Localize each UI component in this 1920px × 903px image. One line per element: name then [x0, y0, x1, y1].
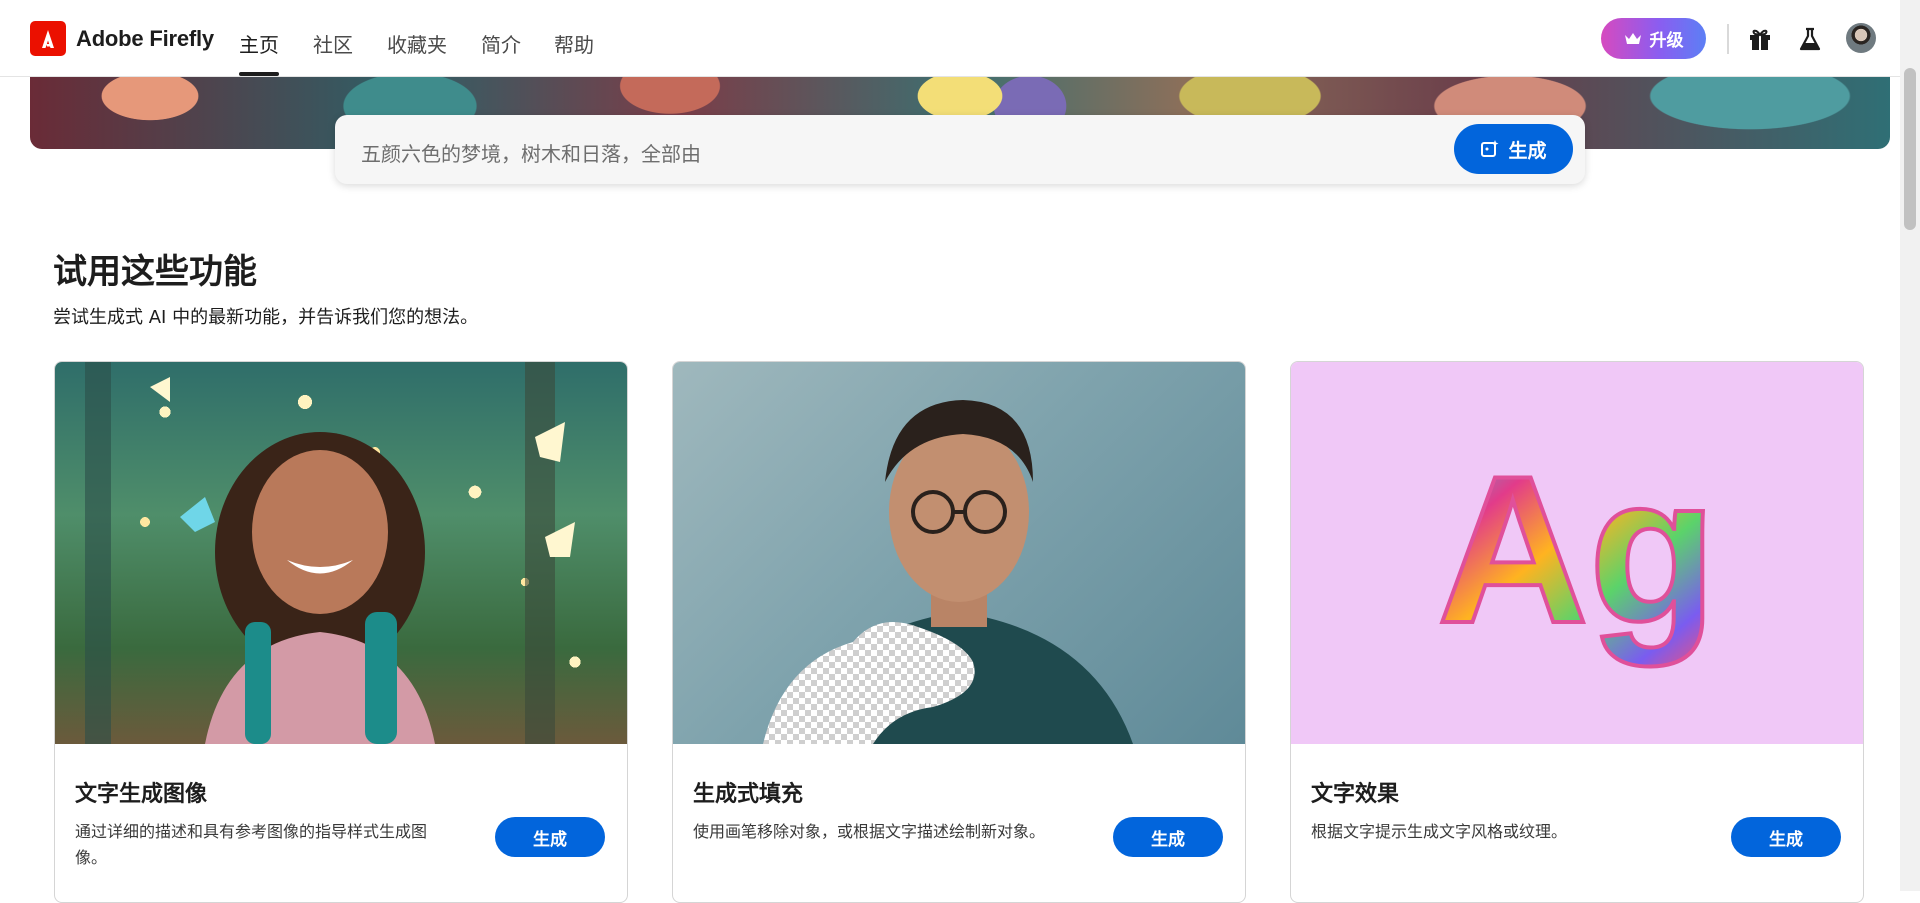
card-title: 文字生成图像: [75, 782, 208, 807]
feature-card-text-effects[interactable]: Ag 文字效果 根据文字提示生成文字风格或纹理。 生成: [1290, 361, 1864, 903]
prompt-generate-label: 生成: [1508, 139, 1547, 162]
card-generate-button[interactable]: 生成: [1113, 817, 1223, 857]
crown-icon: [1624, 32, 1641, 44]
card-image-text: Ag: [1437, 432, 1717, 667]
card-image-girl-with-butterflies: [55, 362, 627, 744]
prompt-generate-button[interactable]: 生成: [1454, 124, 1573, 174]
page-scrollbar[interactable]: [1900, 0, 1920, 891]
nav-favorites[interactable]: 收藏夹: [387, 29, 447, 58]
card-generate-button[interactable]: 生成: [1731, 817, 1841, 857]
nav-active-indicator: [239, 72, 279, 76]
brand-name[interactable]: Adobe Firefly: [76, 26, 214, 52]
adobe-logo-icon[interactable]: [30, 21, 66, 56]
upgrade-button[interactable]: 升级: [1601, 18, 1706, 59]
section-title: 试用这些功能: [53, 252, 257, 292]
nav-help[interactable]: 帮助: [554, 29, 594, 58]
card-description: 通过详细的描述和具有参考图像的指导样式生成图像。: [75, 822, 428, 867]
card-title: 文字效果: [1311, 782, 1400, 807]
feature-card-text-to-image[interactable]: 文字生成图像 通过详细的描述和具有参考图像的指导样式生成图像。 生成: [54, 361, 628, 903]
flask-icon[interactable]: [1797, 26, 1823, 52]
card-image-man-portrait: [673, 362, 1245, 744]
prompt-input[interactable]: 五颜六色的梦境，树木和日落，全部由: [361, 138, 701, 167]
top-navigation-bar: Adobe Firefly 主页 社区 收藏夹 简介 帮助 升级: [0, 0, 1900, 77]
card-generate-button[interactable]: 生成: [495, 817, 605, 857]
generate-image-icon: [1481, 140, 1499, 157]
user-avatar[interactable]: [1846, 23, 1876, 53]
card-title: 生成式填充: [693, 782, 804, 807]
header-divider: [1727, 24, 1729, 54]
card-description: 使用画笔移除对象，或根据文字描述绘制新对象。: [693, 822, 1046, 841]
gift-icon[interactable]: [1747, 26, 1773, 52]
nav-community[interactable]: 社区: [313, 29, 353, 58]
card-description: 根据文字提示生成文字风格或纹理。: [1311, 822, 1568, 841]
prompt-bar[interactable]: 五颜六色的梦境，树木和日落，全部由 生成: [335, 115, 1585, 184]
scrollbar-thumb[interactable]: [1904, 68, 1916, 230]
section-description: 尝试生成式 AI 中的最新功能，并告诉我们您的想法。: [53, 307, 479, 328]
nav-home[interactable]: 主页: [239, 29, 279, 58]
nav-about[interactable]: 简介: [481, 29, 521, 58]
card-image-fuzzy-letters: Ag: [1291, 362, 1863, 744]
feature-card-generative-fill[interactable]: 生成式填充 使用画笔移除对象，或根据文字描述绘制新对象。 生成: [672, 361, 1246, 903]
upgrade-label: 升级: [1649, 31, 1684, 51]
